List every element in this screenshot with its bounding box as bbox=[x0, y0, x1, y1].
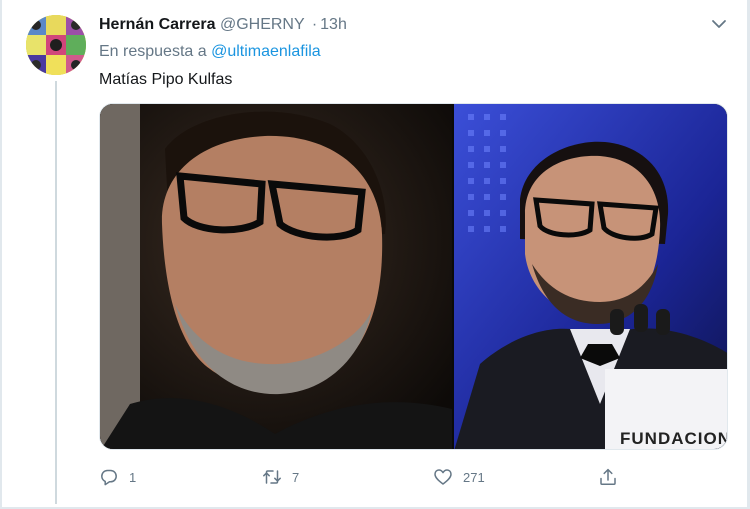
reply-count: 1 bbox=[129, 469, 137, 485]
like-button[interactable]: 271 bbox=[433, 461, 485, 493]
media-sign-text: FUNDACION bbox=[620, 429, 728, 448]
share-button[interactable] bbox=[598, 461, 628, 493]
thread-line bbox=[55, 81, 57, 504]
chevron-down-icon bbox=[712, 20, 726, 28]
media-photo: FUNDACION bbox=[100, 104, 728, 449]
tweet-text: Matías Pipo Kulfas bbox=[99, 71, 233, 88]
separator-dot: · bbox=[311, 16, 318, 33]
reply-button[interactable]: 1 bbox=[99, 461, 136, 493]
tweet-menu-button[interactable] bbox=[709, 14, 729, 34]
avatar-image bbox=[26, 15, 86, 75]
reply-icon bbox=[101, 469, 117, 486]
display-name[interactable]: Hernán Carrera bbox=[99, 16, 216, 33]
retweet-button[interactable]: 7 bbox=[262, 461, 299, 493]
reply-prefix: En respuesta a bbox=[99, 43, 207, 60]
reply-context: En respuesta a @ultimaenlafila bbox=[99, 41, 321, 63]
timestamp[interactable]: 13h bbox=[320, 16, 347, 33]
tweet-actions: 1 7 271 bbox=[99, 461, 719, 493]
retweet-icon bbox=[263, 470, 281, 484]
left-border bbox=[0, 0, 2, 509]
heart-icon bbox=[434, 469, 452, 485]
user-handle[interactable]: @GHERNY bbox=[220, 16, 304, 33]
avatar[interactable] bbox=[26, 15, 86, 75]
retweet-count: 7 bbox=[292, 469, 300, 485]
tweet-header: Hernán Carrera @GHERNY · 13h bbox=[99, 14, 347, 36]
reply-to-link[interactable]: @ultimaenlafila bbox=[211, 43, 321, 60]
tweet-media[interactable]: FUNDACION bbox=[99, 103, 728, 450]
like-count: 271 bbox=[463, 469, 485, 485]
share-icon bbox=[600, 468, 616, 485]
